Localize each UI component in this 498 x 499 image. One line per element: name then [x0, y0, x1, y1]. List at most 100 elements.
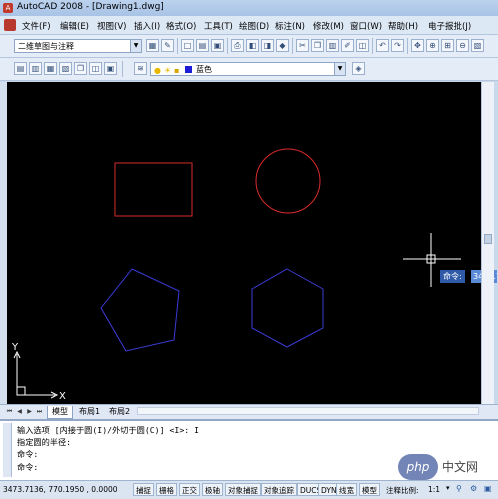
workspace-select-value: 二维草图与注释	[18, 42, 74, 51]
menu-e-approval[interactable]: 电子报批(J)	[428, 20, 471, 32]
open-file-icon[interactable]: ▤	[196, 39, 209, 52]
autocad-app-icon[interactable]: A	[3, 3, 13, 13]
layer-manager-icon[interactable]: ▤	[14, 62, 27, 75]
lineweight-toggle[interactable]: 线宽	[336, 483, 357, 496]
command-prompt-input[interactable]: 命令:	[17, 461, 38, 473]
sun-icon: ☀	[164, 66, 172, 75]
new-file-icon[interactable]: □	[181, 39, 194, 52]
menu-bar: 文件(F) 编辑(E) 视图(V) 插入(I) 格式(O) 工具(T) 绘图(D…	[0, 16, 498, 35]
zoom-previous-icon[interactable]: ⊖	[456, 39, 469, 52]
php-watermark: php 中文网	[398, 452, 490, 482]
tab-model[interactable]: 模型	[47, 406, 73, 419]
menu-tools[interactable]: 工具(T)	[204, 20, 233, 32]
toolbar-separator	[407, 38, 408, 54]
paste-icon[interactable]: ▥	[326, 39, 339, 52]
status-bar: 3473.7136, 770.1950 , 0.0000 捕捉 栅格 正交 极轴…	[0, 480, 498, 499]
layer-select[interactable]: ● ☀ ▪ 蓝色 ▼	[150, 62, 346, 76]
customize-icon[interactable]: ✎	[161, 39, 174, 52]
menu-insert[interactable]: 插入(I)	[134, 20, 160, 32]
first-tab-icon[interactable]: ⏮	[5, 407, 14, 416]
rectangle-shape[interactable]	[114, 162, 193, 217]
copy-icon[interactable]: ❐	[311, 39, 324, 52]
layer-match-icon[interactable]: ▣	[104, 62, 117, 75]
redo-icon[interactable]: ↷	[391, 39, 404, 52]
3d-dwf-icon[interactable]: ◆	[276, 39, 289, 52]
toolbar-separator	[177, 38, 178, 54]
zoom-window-icon[interactable]: ⊞	[441, 39, 454, 52]
menu-file[interactable]: 文件(F)	[22, 20, 51, 32]
vertical-scroll-thumb[interactable]	[484, 234, 492, 244]
workspace-select[interactable]: 二维草图与注释 ▼	[14, 39, 142, 53]
last-tab-icon[interactable]: ⏭	[35, 407, 44, 416]
menu-modify[interactable]: 修改(M)	[313, 20, 344, 32]
menu-dimension[interactable]: 标注(N)	[275, 20, 305, 32]
chevron-down-icon[interactable]: ▼	[334, 63, 345, 75]
next-tab-icon[interactable]: ▶	[25, 407, 34, 416]
cut-icon[interactable]: ✂	[296, 39, 309, 52]
annotation-scale-label: 注释比例:	[386, 486, 419, 495]
layer-copy-icon[interactable]: ❐	[74, 62, 87, 75]
tab-layout2[interactable]: 布局2	[105, 406, 134, 418]
snap-toggle[interactable]: 捕捉	[133, 483, 154, 496]
plot-preview-icon[interactable]: ◧	[246, 39, 259, 52]
zoom-realtime-icon[interactable]: ⊕	[426, 39, 439, 52]
layer-walk-icon[interactable]: ◫	[89, 62, 102, 75]
pan-icon[interactable]: ✥	[411, 39, 424, 52]
annotation-visibility-icon[interactable]: ⚲	[456, 484, 462, 493]
menu-view[interactable]: 视图(V)	[97, 20, 126, 32]
drawing-canvas[interactable]: Y X	[7, 82, 481, 404]
lock-icon[interactable]: ▣	[484, 484, 492, 493]
menu-window[interactable]: 窗口(W)	[350, 20, 382, 32]
tab-layout1[interactable]: 布局1	[75, 406, 104, 418]
ucs-x-label: X	[59, 391, 66, 402]
hexagon-shape[interactable]	[251, 268, 324, 348]
model-toggle[interactable]: 模型	[359, 483, 380, 496]
block-editor-icon[interactable]: ◫	[356, 39, 369, 52]
menu-help[interactable]: 帮助(H)	[388, 20, 418, 32]
left-toolbar-strip	[0, 82, 7, 404]
circle-shape[interactable]	[255, 148, 321, 214]
menu-edit[interactable]: 编辑(E)	[60, 20, 89, 32]
layer-isolate-icon[interactable]: ▧	[59, 62, 72, 75]
layer-color-label: 蓝色	[196, 65, 212, 74]
undo-icon[interactable]: ↶	[376, 39, 389, 52]
match-properties-icon[interactable]: ✐	[341, 39, 354, 52]
command-history-line: 输入选项 [内接于圆(I)/外切于圆(C)] <I>: I	[17, 425, 200, 435]
workspace-settings-icon[interactable]: ▦	[146, 39, 159, 52]
prev-tab-icon[interactable]: ◀	[15, 407, 24, 416]
ucs-y-label: Y	[11, 342, 19, 353]
dynamic-input-prompt: 命令:	[440, 270, 465, 283]
toolbar-separator	[292, 38, 293, 54]
publish-icon[interactable]: ◨	[261, 39, 274, 52]
annotation-scale-value[interactable]: 1:1	[428, 485, 440, 494]
save-icon[interactable]: ▣	[211, 39, 224, 52]
layers-toolbar: ▤ ▥ ▦ ▧ ❐ ◫ ▣ ≋ ● ☀ ▪ 蓝色 ▼ ◈	[0, 58, 498, 81]
chevron-down-icon[interactable]: ▾	[446, 484, 450, 492]
auto-scale-icon[interactable]: ⚙	[470, 484, 477, 493]
toolbar-separator	[122, 61, 123, 77]
watermark-text: 中文网	[442, 460, 479, 474]
command-window-grip[interactable]	[3, 423, 12, 477]
properties-icon[interactable]: ▧	[471, 39, 484, 52]
layer-previous-icon[interactable]: ▦	[44, 62, 57, 75]
pentagon-shape[interactable]	[100, 268, 180, 352]
document-icon[interactable]	[4, 19, 16, 31]
command-history-line: 指定圆的半径:	[17, 437, 72, 447]
ortho-toggle[interactable]: 正交	[179, 483, 200, 496]
grid-toggle[interactable]: 栅格	[156, 483, 177, 496]
layer-state-icon[interactable]: ▥	[29, 62, 42, 75]
polar-toggle[interactable]: 极轴	[202, 483, 223, 496]
make-object-layer-current-icon[interactable]: ◈	[352, 62, 365, 75]
layer-properties-icon[interactable]: ≋	[134, 62, 147, 75]
otrack-toggle[interactable]: 对象追踪	[261, 483, 297, 496]
vertical-scrollbar[interactable]	[481, 82, 494, 404]
horizontal-scrollbar[interactable]	[137, 407, 479, 415]
cursor-coordinates[interactable]: 3473.7136, 770.1950 , 0.0000	[3, 485, 118, 494]
osnap-toggle[interactable]: 对象捕捉	[225, 483, 261, 496]
menu-format[interactable]: 格式(O)	[166, 20, 196, 32]
title-bar: A AutoCAD 2008 - [Drawing1.dwg]	[0, 0, 498, 16]
window-title: AutoCAD 2008 - [Drawing1.dwg]	[17, 2, 164, 12]
menu-draw[interactable]: 绘图(D)	[239, 20, 269, 32]
print-icon[interactable]: ⎙	[231, 39, 244, 52]
chevron-down-icon[interactable]: ▼	[130, 40, 141, 52]
